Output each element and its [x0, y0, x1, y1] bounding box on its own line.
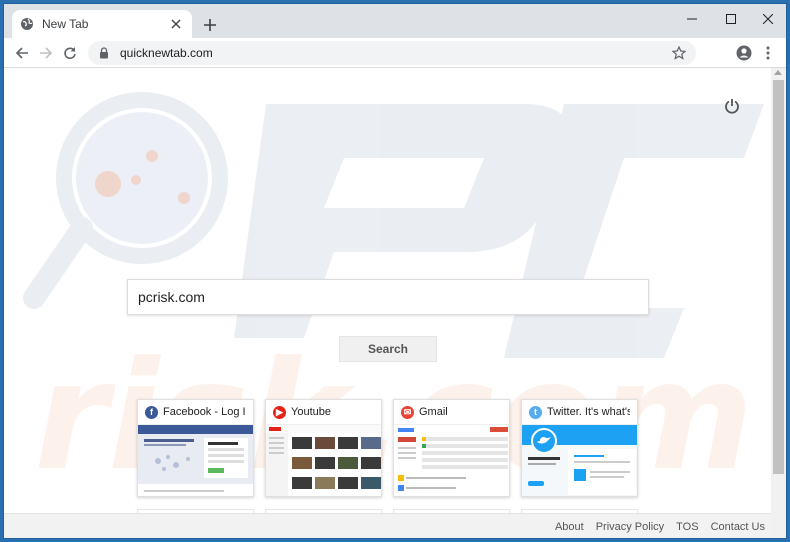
- tab-strip: New Tab: [4, 4, 786, 38]
- search-button[interactable]: Search: [339, 336, 437, 362]
- lock-icon: [98, 47, 110, 59]
- scrollbar-thumb[interactable]: [773, 80, 784, 474]
- facebook-thumbnail: [138, 425, 253, 496]
- youtube-icon: ▶: [273, 405, 286, 419]
- new-tab-button[interactable]: [200, 15, 220, 35]
- globe-icon: [20, 17, 34, 31]
- twitter-icon: t: [529, 405, 542, 419]
- shortcut-label: Gmail: [419, 406, 448, 418]
- bookmark-star-icon[interactable]: [672, 46, 686, 60]
- gmail-thumbnail: [394, 425, 509, 496]
- power-icon[interactable]: [722, 96, 742, 116]
- close-window-button[interactable]: [750, 4, 786, 34]
- minimize-button[interactable]: [674, 4, 710, 34]
- forward-button[interactable]: [36, 43, 56, 63]
- shortcut-tile-twitter[interactable]: t Twitter. It's what's...: [521, 399, 638, 497]
- page-scrollbar[interactable]: [771, 68, 786, 538]
- footer-link-tos[interactable]: TOS: [676, 521, 698, 533]
- address-bar[interactable]: quicknewtab.com: [88, 41, 696, 65]
- reload-button[interactable]: [60, 43, 80, 63]
- back-button[interactable]: [12, 43, 32, 63]
- page-content: risk.com pcrisk.com Search f Facebook - …: [4, 68, 771, 538]
- maximize-button[interactable]: [713, 4, 749, 34]
- shortcut-label: Youtube: [291, 406, 331, 418]
- tab-new-tab[interactable]: New Tab: [12, 10, 192, 38]
- menu-kebab-icon[interactable]: [760, 45, 776, 61]
- browser-window: New Tab quicknewtab.com pcrisk.com Searc…: [3, 3, 787, 539]
- footer-link-privacy-policy[interactable]: Privacy Policy: [596, 521, 664, 533]
- youtube-thumbnail: [266, 425, 381, 496]
- page-footer: About Privacy Policy TOS Contact Us: [4, 513, 771, 538]
- address-url: quicknewtab.com: [120, 46, 213, 60]
- shortcut-tile-youtube[interactable]: ▶ Youtube: [265, 399, 382, 497]
- profile-avatar-icon[interactable]: [736, 45, 752, 61]
- shortcut-tile-gmail[interactable]: ✉ Gmail: [393, 399, 510, 497]
- browser-toolbar: quicknewtab.com: [4, 38, 786, 68]
- shortcut-label: Twitter. It's what's...: [547, 406, 630, 418]
- footer-link-about[interactable]: About: [555, 521, 584, 533]
- footer-link-contact-us[interactable]: Contact Us: [711, 521, 765, 533]
- shortcut-tile-facebook[interactable]: f Facebook - Log In...: [137, 399, 254, 497]
- search-input[interactable]: pcrisk.com: [127, 279, 649, 315]
- twitter-thumbnail: [522, 425, 637, 496]
- gmail-icon: ✉: [401, 405, 414, 419]
- facebook-icon: f: [145, 405, 158, 419]
- scroll-up-arrow-icon[interactable]: [774, 70, 782, 75]
- close-tab-icon[interactable]: [168, 16, 184, 32]
- shortcut-label: Facebook - Log In...: [163, 406, 246, 418]
- tab-title: New Tab: [42, 17, 89, 31]
